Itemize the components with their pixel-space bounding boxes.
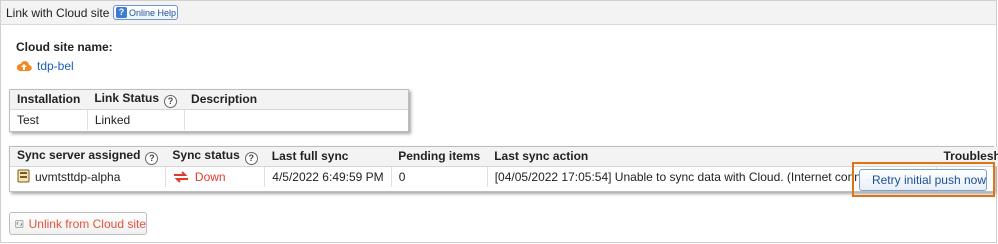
help-icon: ? <box>116 7 127 18</box>
question-icon[interactable]: ? <box>244 151 258 165</box>
sync-status-cell: Down <box>164 166 265 187</box>
sync-table: Sync server assigned? Sync status? Last … <box>9 146 998 192</box>
retry-initial-push-label: Retry initial push now <box>871 173 986 187</box>
column-header-sync-server: Sync server assigned? <box>10 147 166 167</box>
sync-status-value: Down <box>194 169 226 184</box>
question-icon[interactable]: ? <box>164 94 178 108</box>
retry-highlight-box: Retry initial push now <box>852 162 995 197</box>
installation-cell: Test <box>17 112 40 127</box>
last-full-sync-cell: 4/5/2022 6:49:59 PM <box>264 166 392 187</box>
sync-arrows-icon <box>173 171 188 183</box>
online-help-label: Online Help <box>129 7 177 18</box>
cloud-site-name-label: Cloud site name: <box>16 40 113 54</box>
column-header-installation: Installation <box>10 90 88 110</box>
unlink-label: Unlink from Cloud site <box>28 216 146 231</box>
column-header-description: Description <box>184 90 408 110</box>
link-status-cell: Linked <box>86 109 185 130</box>
question-icon[interactable]: ? <box>145 151 159 165</box>
cloud-upload-icon <box>16 61 32 72</box>
retry-initial-push-button[interactable]: Retry initial push now <box>859 169 987 191</box>
pending-items-cell: 0 <box>390 166 488 187</box>
unlink-from-cloud-button[interactable]: Unlink from Cloud site <box>9 212 147 235</box>
column-header-sync-status: Sync status? <box>165 147 265 167</box>
panel-header: Link with Cloud site ? Online Help <box>1 1 996 25</box>
server-icon <box>17 169 30 183</box>
table-row: Test Linked <box>10 109 408 130</box>
description-cell <box>183 109 408 130</box>
cloud-site-name[interactable]: tdp-bel <box>37 59 74 73</box>
cloud-site-link[interactable]: tdp-bel <box>16 58 74 74</box>
sync-server-name: uvmtsttdp-alpha <box>35 170 121 185</box>
column-header-link-status: Link Status? <box>87 90 185 110</box>
retry-push-icon <box>867 179 868 181</box>
unlink-icon <box>15 219 24 228</box>
panel-title: Link with Cloud site <box>6 6 110 20</box>
installation-table: Installation Link Status? Description Te… <box>9 89 409 132</box>
column-header-pending-items: Pending items <box>391 147 488 167</box>
sync-server-cell: uvmtsttdp-alpha <box>10 166 165 187</box>
online-help-button[interactable]: ? Online Help <box>113 5 178 20</box>
column-header-last-full-sync: Last full sync <box>264 147 392 167</box>
table-row: uvmtsttdp-alpha Down 4/5/2022 6:49:59 PM… <box>10 166 998 187</box>
